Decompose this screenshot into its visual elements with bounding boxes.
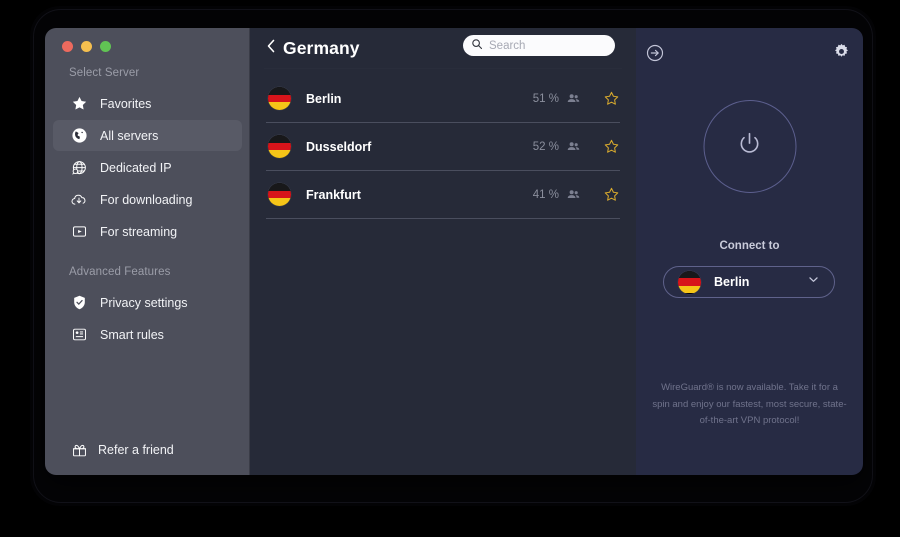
table-row[interactable]: Frankfurt 41 % [266,171,620,218]
refer-a-friend-label: Refer a friend [98,443,174,457]
sidebar-item-privacy-settings[interactable]: Privacy settings [53,287,242,318]
flag-germany-icon [268,87,291,110]
chevron-down-icon [807,273,820,291]
window-controls [45,28,250,52]
gear-icon [832,43,851,65]
sidebar-item-favorites[interactable]: Favorites [53,88,242,119]
people-icon [566,91,581,106]
favorite-star-icon[interactable] [603,138,620,155]
people-icon [566,187,581,202]
connection-panel: Connect to Berlin WireGuard® is now avai… [636,28,863,475]
dedicated-ip-icon [68,157,90,179]
sidebar-item-for-streaming[interactable]: For streaming [53,216,242,247]
search-input[interactable] [489,39,607,52]
selected-server-name: Berlin [714,275,750,289]
expand-panel-button[interactable] [645,43,665,63]
sidebar-item-for-downloading[interactable]: For downloading [53,184,242,215]
app-window: Select Server Favorites All servers Dedi… [45,28,863,475]
server-load: 41 % [532,188,559,201]
sidebar-item-label: Favorites [100,96,152,111]
table-row[interactable]: Dusseldorf 52 % [266,123,620,170]
power-icon [736,130,764,163]
server-load: 51 % [532,92,559,105]
flag-germany-icon [268,183,291,206]
refer-a-friend-button[interactable]: Refer a friend [53,435,174,465]
arrow-right-circle-icon [645,44,665,67]
search-box[interactable] [463,35,615,56]
server-list-panel: Germany Berlin 51 % [250,28,636,475]
search-icon [471,37,483,55]
server-select-dropdown[interactable]: Berlin [663,266,835,298]
globe-icon [68,125,90,147]
sidebar: Select Server Favorites All servers Dedi… [45,28,250,475]
page-title: Germany [283,37,360,58]
table-row[interactable]: Berlin 51 % [266,75,620,122]
row-divider [266,218,620,219]
main-header: Germany [250,28,636,68]
sidebar-item-label: All servers [100,128,159,143]
server-name: Dusseldorf [306,139,372,154]
sidebar-section-select-server: Select Server [69,67,140,79]
sidebar-item-label: For streaming [100,224,178,239]
sidebar-item-label: Privacy settings [100,295,188,310]
smart-rules-icon [68,324,90,346]
power-button[interactable] [703,100,796,193]
minimize-button[interactable] [81,41,92,52]
server-load: 52 % [532,140,559,153]
sidebar-item-all-servers[interactable]: All servers [53,120,242,151]
favorite-star-icon[interactable] [603,186,620,203]
sidebar-item-smart-rules[interactable]: Smart rules [53,319,242,350]
server-name: Frankfurt [306,187,361,202]
flag-germany-icon [678,270,701,294]
connect-to-label: Connect to [719,240,780,252]
sidebar-item-label: For downloading [100,192,193,207]
people-icon [566,139,581,154]
close-button[interactable] [62,41,73,52]
cloud-download-icon [68,189,90,211]
shield-check-icon [68,292,90,314]
gift-icon [68,439,90,461]
server-list: Berlin 51 % Dusseldorf 52 % Frankfurt 41… [250,69,636,219]
sidebar-item-label: Smart rules [100,327,164,342]
play-box-icon [68,221,90,243]
sidebar-item-dedicated-ip[interactable]: Dedicated IP [53,152,242,183]
server-name: Berlin [306,91,342,106]
back-button[interactable] [260,35,282,61]
flag-germany-icon [268,135,291,158]
star-icon [68,93,90,115]
zoom-button[interactable] [100,41,111,52]
settings-button[interactable] [832,42,852,62]
sidebar-section-advanced-features: Advanced Features [69,266,171,278]
sidebar-item-label: Dedicated IP [100,160,172,175]
chevron-left-icon [265,38,277,59]
favorite-star-icon[interactable] [603,90,620,107]
promo-text: WireGuard® is now available. Take it for… [652,382,847,427]
